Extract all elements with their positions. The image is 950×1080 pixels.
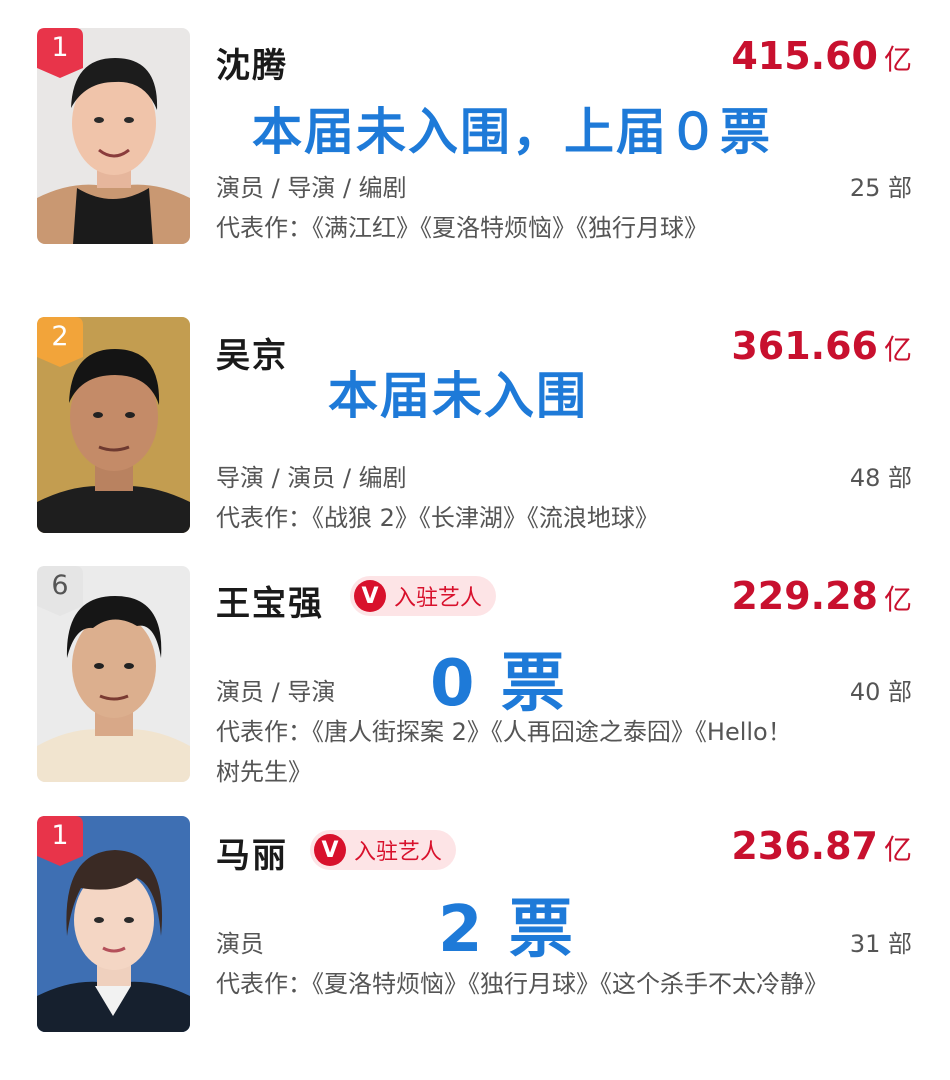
verified-label: 入驻艺人 [354,840,443,865]
artist-roles: 导演 / 演员 / 编剧 [216,464,407,492]
vote-annotation: 本届未入围，上届０票 [252,103,772,161]
rank-badge-icon: 1 [37,28,83,78]
film-count: 40 部 [849,678,912,706]
box-office-unit: 亿 [883,43,912,76]
artist-card[interactable]: 2 吴京 361.66 亿 本届未入围 导演 / 演员 / 编剧 48 部 代表作… [0,300,950,550]
box-office-total: 415.60 亿 [731,34,912,78]
film-count: 48 部 [849,464,912,492]
representative-works: 代表作：《夏洛特烦恼》《独行月球》《这个杀手不太冷静》 [216,970,828,998]
rank-badge-icon: 2 [37,317,83,367]
v-verified-icon: V [354,580,386,612]
representative-works: 代表作：《满江红》《夏洛特烦恼》《独行月球》 [216,214,708,242]
artist-name[interactable]: 王宝强 [216,576,324,625]
rank-badge-icon: 6 [37,566,83,616]
box-office-total: 361.66 亿 [731,324,912,368]
box-office-value: 229.28 [731,574,878,618]
artist-roles: 演员 / 导演 [216,678,336,706]
box-office-unit: 亿 [883,583,912,616]
box-office-value: 361.66 [731,324,878,368]
v-verified-icon: V [314,834,346,866]
rank-badge-icon: 1 [37,816,83,866]
vote-annotation: 本届未入围 [328,367,588,425]
rank-number: 2 [51,321,69,352]
box-office-unit: 亿 [883,833,912,866]
artist-card[interactable]: 6 王宝强 V 入驻艺人 229.28 亿 0 票 演员 / 导演 40 部 代表… [0,550,950,800]
box-office-value: 415.60 [731,34,878,78]
film-count: 31 部 [849,930,912,958]
artist-name[interactable]: 沈腾 [216,38,288,87]
artist-card[interactable]: 1 马丽 V 入驻艺人 236.87 亿 2 票 演员 31 部 代表作：《夏洛特… [0,800,950,1080]
verified-label: 入驻艺人 [394,586,483,611]
verified-artist-badge[interactable]: V 入驻艺人 [350,576,497,616]
artist-roles: 演员 [216,930,264,958]
verified-artist-badge[interactable]: V 入驻艺人 [310,830,457,870]
rank-number: 6 [51,570,69,601]
artist-name[interactable]: 吴京 [216,328,288,377]
vote-annotation: 2 票 [438,893,575,967]
rank-number: 1 [51,32,69,63]
artist-name[interactable]: 马丽 [216,828,288,877]
film-count: 25 部 [849,174,912,202]
box-office-total: 229.28 亿 [731,574,912,618]
representative-works: 代表作：《唐人街探案 2》《人再囧途之泰囧》《Hello！ 树先生》 [216,718,792,786]
box-office-unit: 亿 [883,333,912,366]
artist-card[interactable]: 1 沈腾 415.60 亿 本届未入围，上届０票 演员 / 导演 / 编剧 25 … [0,0,950,280]
representative-works: 代表作：《战狼 2》《长津湖》《流浪地球》 [216,504,659,532]
artist-roles: 演员 / 导演 / 编剧 [216,174,407,202]
vote-annotation: 0 票 [430,647,567,721]
rank-number: 1 [51,820,69,851]
box-office-total: 236.87 亿 [731,824,912,868]
box-office-value: 236.87 [731,824,878,868]
